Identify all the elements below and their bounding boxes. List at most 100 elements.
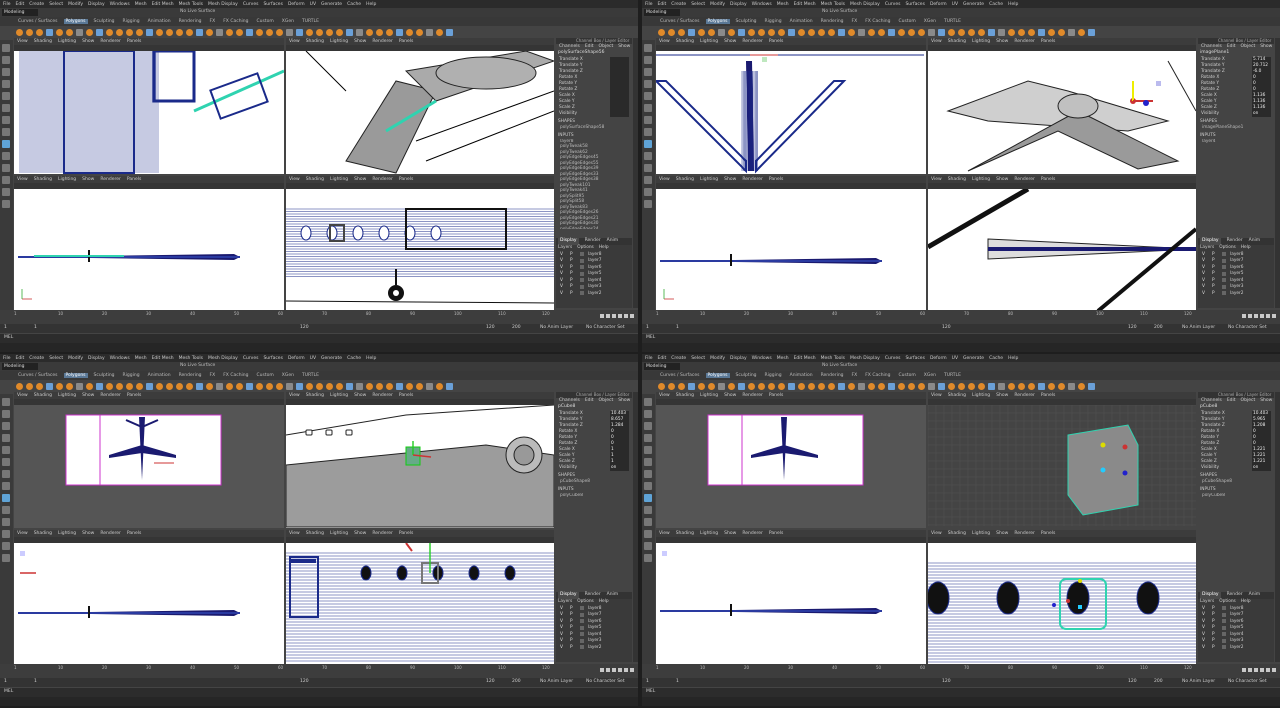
layer-option[interactable]: Help xyxy=(599,599,609,605)
layer-option[interactable]: Options xyxy=(577,599,594,605)
shelf-tool-icon[interactable] xyxy=(326,382,333,390)
shape-node[interactable]: polySurfaceShape58 xyxy=(556,125,632,131)
play-icon[interactable] xyxy=(618,668,622,672)
shelf-tab[interactable]: Polygons xyxy=(63,19,88,24)
shelf-tool-icon[interactable] xyxy=(136,28,143,36)
shelf-tool-icon[interactable] xyxy=(898,382,905,390)
panel-menu-item[interactable]: Show xyxy=(996,177,1008,182)
channel-menu-item[interactable]: Object xyxy=(1241,44,1256,50)
panel-menu-item[interactable]: Show xyxy=(82,39,94,44)
visibility-toggle[interactable]: V xyxy=(560,612,566,617)
play-back-icon[interactable] xyxy=(1254,668,1258,672)
shelf-tool-icon[interactable] xyxy=(176,382,183,390)
character-set-dropdown[interactable]: No Character Set xyxy=(1228,325,1267,330)
shelf-tab[interactable]: Custom xyxy=(255,19,276,24)
panel-menu-item[interactable]: Shading xyxy=(34,393,52,398)
panel-menu-item[interactable]: View xyxy=(659,393,670,398)
shelf-tab[interactable]: Polygons xyxy=(705,19,730,24)
panel-menu-item[interactable]: Lighting xyxy=(700,39,718,44)
shelf-tool-icon[interactable] xyxy=(416,28,423,36)
layer-editor-tab[interactable]: Anim xyxy=(607,238,619,245)
visibility-toggle[interactable]: V xyxy=(560,278,566,283)
step-back-icon[interactable] xyxy=(606,668,610,672)
shelf-tool-icon[interactable] xyxy=(1078,382,1085,390)
shelf-tool-icon[interactable] xyxy=(658,28,665,36)
menu-item[interactable]: Generate xyxy=(963,356,984,361)
playback-toggle[interactable]: P xyxy=(1212,619,1218,624)
shelf-tool-icon[interactable] xyxy=(86,382,93,390)
playback-toggle[interactable]: P xyxy=(570,258,576,263)
visibility-toggle[interactable]: V xyxy=(560,284,566,289)
menu-item[interactable]: Display xyxy=(88,2,105,7)
shelf-tool-icon[interactable] xyxy=(376,382,383,390)
shelf-tab[interactable]: FX Caching xyxy=(863,373,892,378)
shelf-tool-icon[interactable] xyxy=(76,382,83,390)
shelf-tool-icon[interactable] xyxy=(888,382,895,390)
tool-icon[interactable] xyxy=(2,152,10,160)
shelf-tool-icon[interactable] xyxy=(306,28,313,36)
shelf-tool-icon[interactable] xyxy=(998,28,1005,36)
shelf-tab[interactable]: Animation xyxy=(146,373,173,378)
range-slider[interactable]: 1 1 120 120 200 No Anim Layer No Charact… xyxy=(642,324,1280,333)
menu-item[interactable]: Mesh Tools xyxy=(821,2,845,7)
layer-option[interactable]: Options xyxy=(1219,245,1236,251)
shelf-tool-icon[interactable] xyxy=(186,382,193,390)
visibility-toggle[interactable]: V xyxy=(1202,632,1208,637)
panel-menu-item[interactable]: Shading xyxy=(306,177,324,182)
panel-menu-item[interactable]: Shading xyxy=(34,177,52,182)
mode-selector[interactable]: Modeling xyxy=(644,363,680,370)
panel-menu-item[interactable]: Lighting xyxy=(330,393,348,398)
time-slider[interactable]: 1 10 20 30 40 50 60 70 80 90 100 110 120 xyxy=(642,664,1280,678)
shelf-tool-icon[interactable] xyxy=(436,382,443,390)
panel-menu-item[interactable]: Show xyxy=(996,531,1008,536)
shelf-tool-icon[interactable] xyxy=(396,28,403,36)
playback-toggle[interactable]: P xyxy=(570,284,576,289)
panel-menu-item[interactable]: View xyxy=(289,39,300,44)
shelf-tab[interactable]: Rigging xyxy=(763,19,784,24)
panel-menu-item[interactable]: Lighting xyxy=(700,393,718,398)
shelf-tool-icon[interactable] xyxy=(748,382,755,390)
tool-icon[interactable] xyxy=(2,554,10,562)
viewport-view[interactable] xyxy=(14,543,284,664)
tool-icon[interactable] xyxy=(2,458,10,466)
menu-item[interactable]: Generate xyxy=(321,356,342,361)
shelf-tool-icon[interactable] xyxy=(286,382,293,390)
layer-color-swatch[interactable] xyxy=(1222,638,1226,643)
channel-attribute[interactable]: Visibility on xyxy=(1198,465,1274,471)
shelf-tool-icon[interactable] xyxy=(136,382,143,390)
panel-menu-item[interactable]: View xyxy=(659,39,670,44)
tool-icon[interactable] xyxy=(644,44,652,52)
mode-selector[interactable]: Modeling xyxy=(2,9,38,16)
shelf-tool-icon[interactable] xyxy=(106,382,113,390)
panel-menu-item[interactable]: Panels xyxy=(1041,393,1055,398)
panel-menu-item[interactable]: Lighting xyxy=(972,531,990,536)
shelf-tool-icon[interactable] xyxy=(56,382,63,390)
tool-icon[interactable] xyxy=(644,446,652,454)
panel-menu-item[interactable]: Panels xyxy=(127,531,141,536)
tool-icon[interactable] xyxy=(644,56,652,64)
viewport-panel[interactable]: View Shading Lighting Show Renderer Panels xyxy=(286,176,554,310)
shelf-tab[interactable]: Rendering xyxy=(177,19,204,24)
shelf-tab[interactable]: Sculpting xyxy=(734,373,759,378)
panel-menu-item[interactable]: Lighting xyxy=(58,531,76,536)
shelf-tool-icon[interactable] xyxy=(908,382,915,390)
menu-item[interactable]: Generate xyxy=(963,2,984,7)
panel-menu-item[interactable]: Show xyxy=(82,393,94,398)
layer-option[interactable]: Layers xyxy=(1200,245,1214,251)
shelf-tool-icon[interactable] xyxy=(668,382,675,390)
go-to-end-icon[interactable] xyxy=(1272,314,1276,318)
shelf-tab[interactable]: Custom xyxy=(255,373,276,378)
shelf-tool-icon[interactable] xyxy=(26,28,33,36)
shelf-tool-icon[interactable] xyxy=(376,28,383,36)
shelf-tool-icon[interactable] xyxy=(216,28,223,36)
shelf-tool-icon[interactable] xyxy=(668,28,675,36)
playback-toggle[interactable]: P xyxy=(570,638,576,643)
panel-menu-item[interactable]: Panels xyxy=(127,177,141,182)
shelf-tool-icon[interactable] xyxy=(698,28,705,36)
menu-item[interactable]: Edit Mesh xyxy=(152,2,174,7)
playback-toggle[interactable]: P xyxy=(1212,291,1218,296)
shelf-tab[interactable]: Rendering xyxy=(819,19,846,24)
panel-menu-item[interactable]: View xyxy=(17,39,28,44)
tool-icon[interactable] xyxy=(644,176,652,184)
panel-menu-item[interactable]: Shading xyxy=(676,531,694,536)
